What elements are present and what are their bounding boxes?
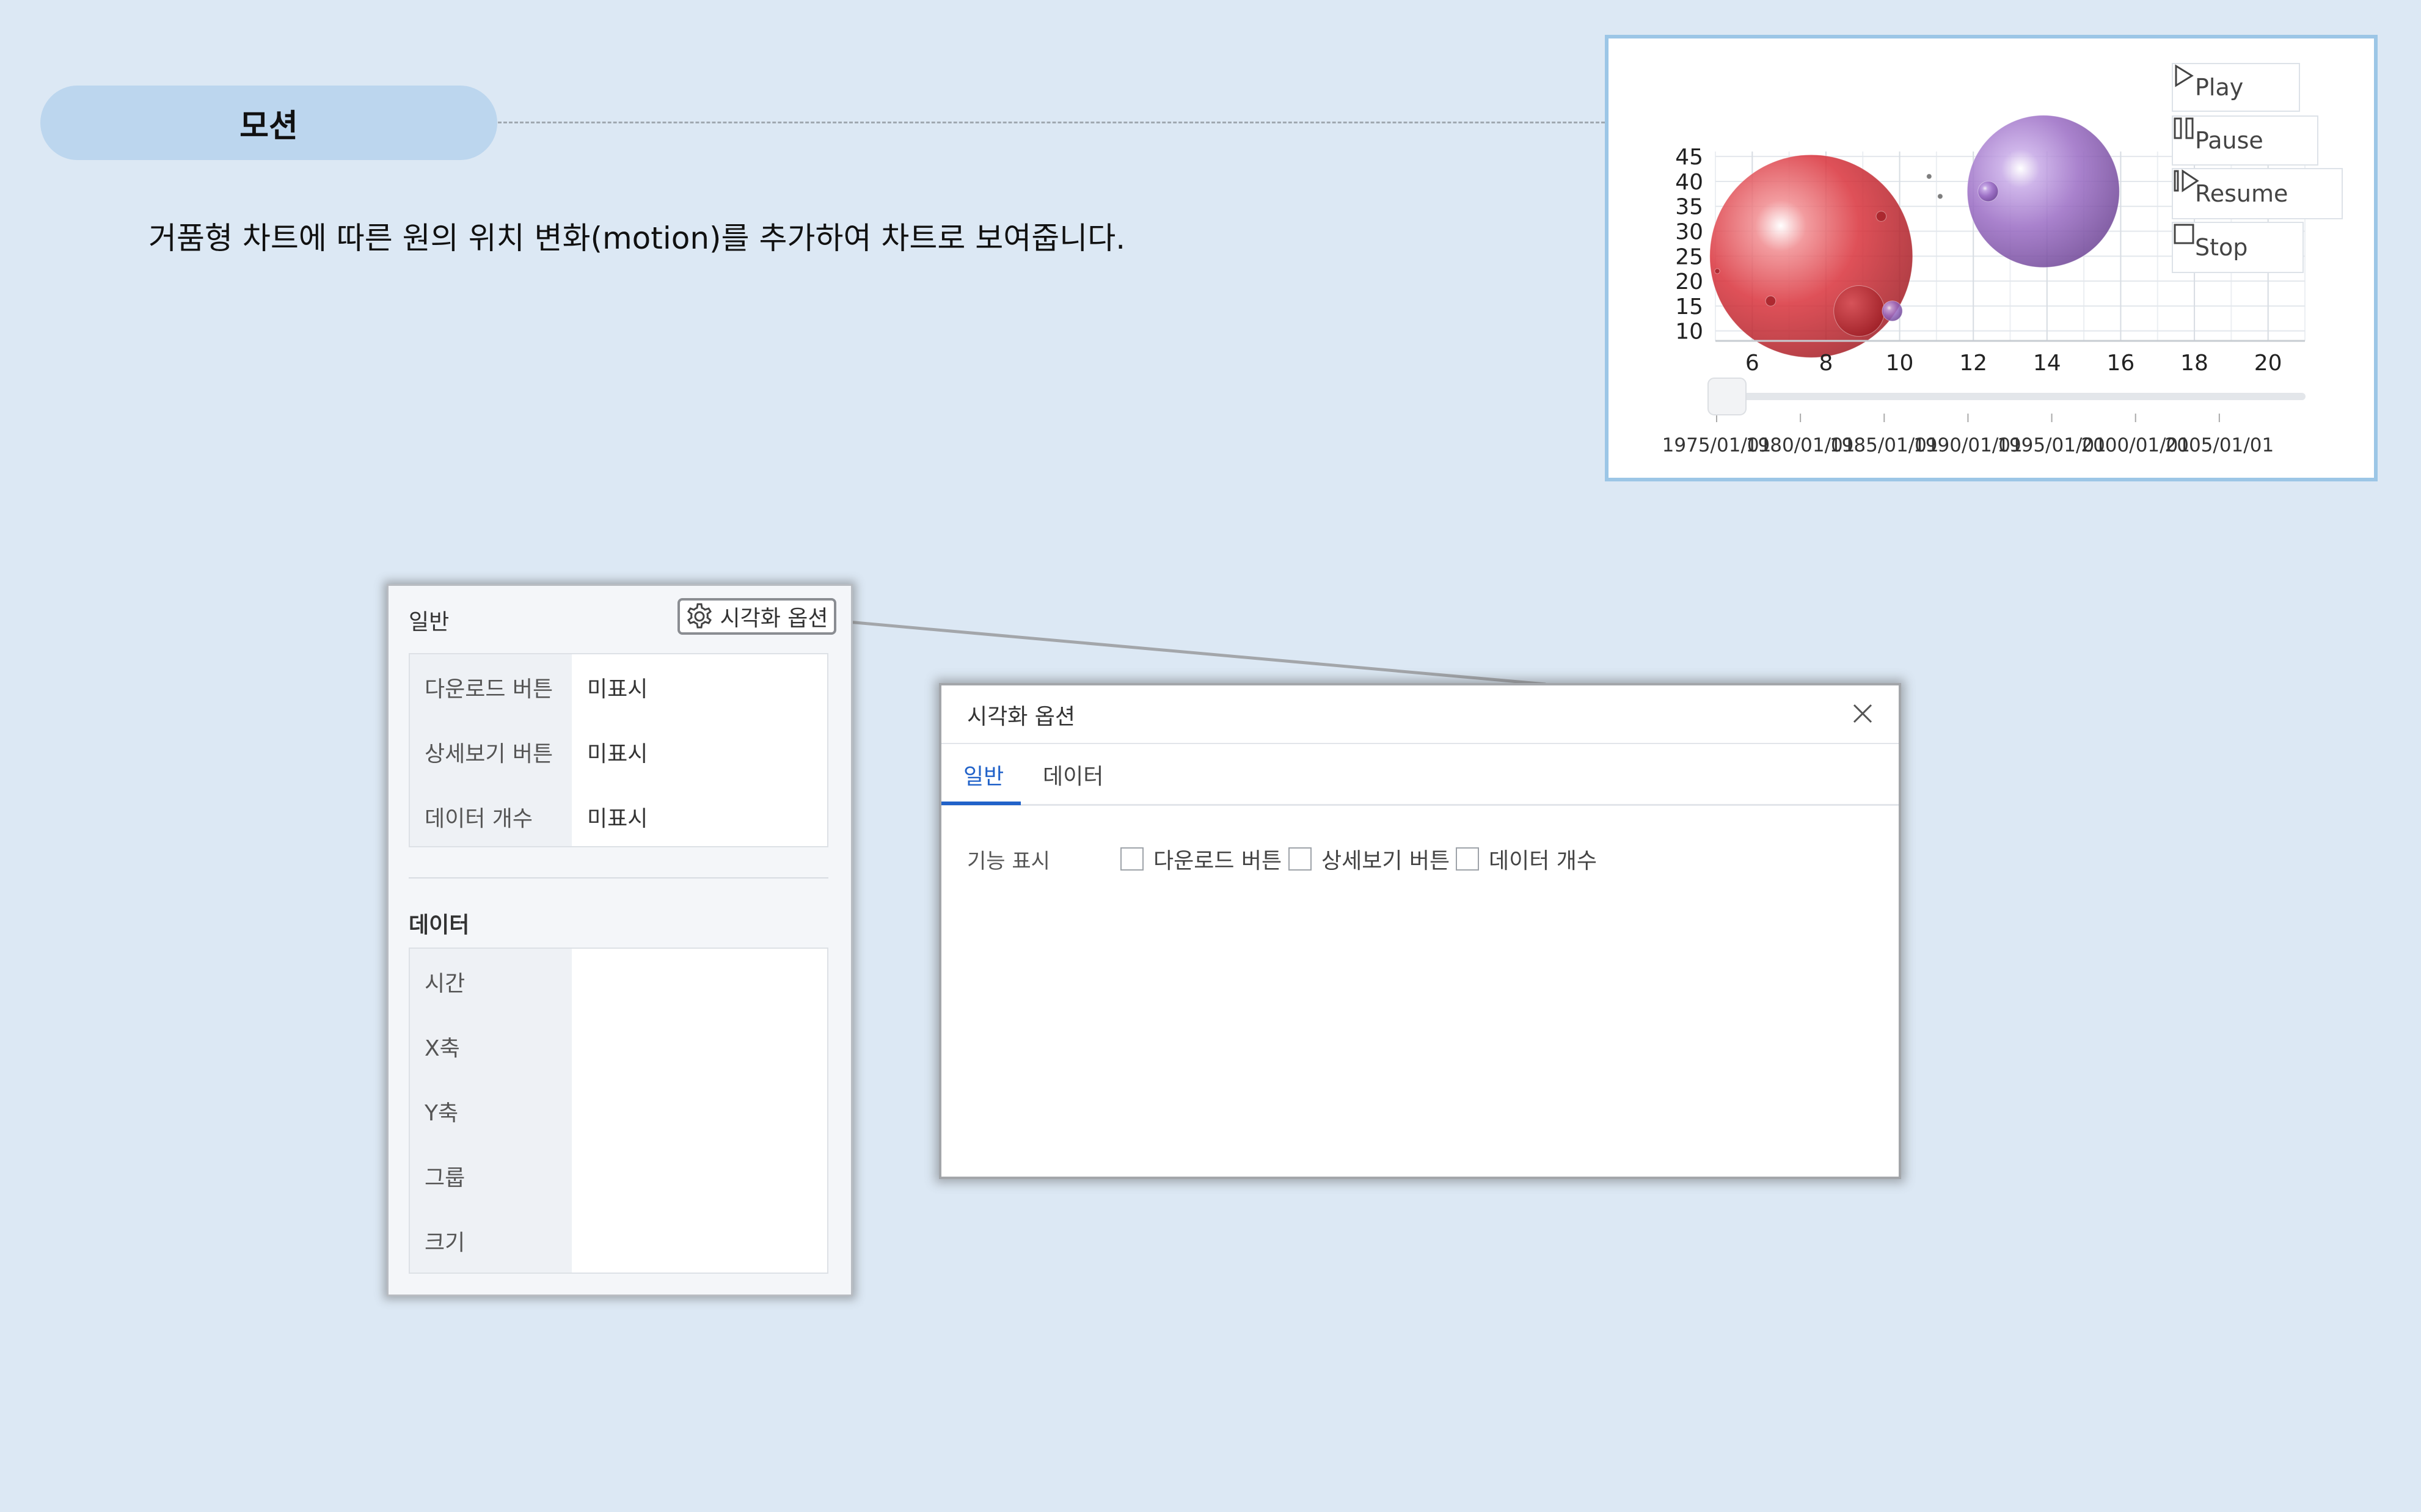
close-icon: [1853, 704, 1872, 723]
detail-button-checkbox[interactable]: [1288, 847, 1312, 871]
active-tab-indicator: [941, 802, 1021, 805]
property-row-download-button[interactable]: 다운로드 버튼 미표시: [410, 654, 827, 719]
stop-button-label: Stop: [2195, 234, 2248, 261]
x-tick-label: 8: [1819, 351, 1833, 376]
property-key: X축: [425, 1036, 460, 1061]
data-bubble: [1926, 173, 1932, 180]
x-tick-label: 6: [1745, 351, 1759, 376]
section-divider: [409, 877, 828, 878]
data-bubble: [1875, 211, 1887, 222]
tab-general[interactable]: 일반: [963, 759, 1004, 791]
data-section-heading: 데이터: [409, 913, 470, 938]
y-tick-label: 20: [1675, 269, 1703, 294]
property-row-group[interactable]: 그룹: [410, 1143, 827, 1208]
data-bubble: [1833, 285, 1885, 337]
data-bubble: [1709, 154, 1913, 358]
property-key: Y축: [425, 1101, 459, 1126]
stop-button[interactable]: Stop: [2172, 222, 2304, 273]
dialog-header-divider: [941, 743, 1899, 744]
x-tick-label: 18: [2180, 351, 2208, 376]
property-row-time[interactable]: 시간: [410, 949, 827, 1013]
property-key: 데이터 개수: [425, 806, 533, 831]
data-bubble: [1977, 181, 1999, 202]
play-button-label: Play: [2195, 74, 2244, 101]
y-tick-label: 35: [1675, 195, 1703, 220]
property-row-detail-button[interactable]: 상세보기 버튼 미표시: [410, 719, 827, 784]
resume-button[interactable]: Resume: [2172, 168, 2343, 219]
x-tick-label: 12: [1959, 351, 1987, 376]
pause-icon: [2174, 117, 2194, 139]
checkbox-label: 상세보기 버튼: [1321, 849, 1450, 874]
x-tick-label: 14: [2033, 351, 2061, 376]
detail-button-option[interactable]: 상세보기 버튼: [1288, 843, 1450, 875]
timeline-slider[interactable]: 1975/01/011980/01/011985/01/011990/01/01…: [1662, 378, 2306, 456]
dialog-title: 시각화 옵션: [967, 704, 1076, 729]
data-count-checkbox[interactable]: [1456, 847, 1479, 871]
y-tick-label: 25: [1675, 244, 1703, 269]
property-value: 미표시: [587, 677, 648, 702]
property-key: 크기: [425, 1230, 466, 1255]
page-title: 모션: [40, 86, 497, 160]
title-connector-line: [498, 122, 1605, 123]
property-value: 미표시: [587, 806, 648, 831]
y-tick-label: 15: [1675, 294, 1703, 320]
property-row-data-count[interactable]: 데이터 개수 미표시: [410, 784, 827, 849]
x-tick-label: 16: [2107, 351, 2135, 376]
viz-option-button[interactable]: 시각화 옵션: [677, 598, 836, 635]
chart-bubbles: [1709, 115, 2120, 358]
data-properties-table: 시간 X축 Y축 그룹 크기: [409, 948, 828, 1274]
timeline-label: 2005/01/01: [2165, 434, 2274, 456]
y-tick-label: 10: [1675, 320, 1703, 345]
timeline-handle: [1707, 378, 1747, 415]
data-count-option[interactable]: 데이터 개수: [1456, 843, 1597, 875]
page-description: 거품형 차트에 따른 원의 위치 변화(motion)를 추가하여 차트로 보여…: [148, 221, 1126, 256]
y-tick-label: 40: [1675, 170, 1703, 195]
viz-option-dialog: 시각화 옵션 일반 데이터 기능 표시 다운로드 버튼 상세보기 버튼 데이터 …: [939, 683, 1901, 1179]
resume-icon: [2174, 169, 2199, 192]
feature-display-label: 기능 표시: [967, 849, 1050, 874]
x-tick-label: 20: [2254, 351, 2282, 376]
close-button[interactable]: [1850, 701, 1875, 726]
general-section-heading: 일반: [409, 610, 450, 635]
tab-bar-line: [941, 804, 1899, 806]
tab-data[interactable]: 데이터: [1043, 759, 1103, 791]
property-key: 시간: [425, 971, 466, 996]
x-tick-label: 10: [1886, 351, 1914, 376]
property-key: 다운로드 버튼: [425, 677, 553, 702]
data-bubble: [1882, 300, 1903, 322]
property-row-size[interactable]: 크기: [410, 1208, 827, 1273]
pause-button[interactable]: Pause: [2172, 115, 2318, 166]
data-bubble: [1714, 268, 1720, 274]
data-bubble: [1937, 193, 1943, 200]
y-tick-label: 45: [1675, 145, 1703, 170]
property-row-y-axis[interactable]: Y축: [410, 1078, 827, 1143]
download-button-option[interactable]: 다운로드 버튼: [1120, 843, 1282, 875]
property-value: 미표시: [587, 742, 648, 767]
viz-option-button-label: 시각화 옵션: [720, 606, 828, 631]
property-row-x-axis[interactable]: X축: [410, 1013, 827, 1078]
property-key: 상세보기 버튼: [425, 742, 553, 767]
general-properties-table: 다운로드 버튼 미표시 상세보기 버튼 미표시 데이터 개수 미표시: [409, 653, 828, 847]
checkbox-label: 다운로드 버튼: [1153, 849, 1282, 874]
checkbox-label: 데이터 개수: [1489, 849, 1598, 874]
gear-icon: [687, 603, 712, 629]
bubble-chart-preview: 6 8 10 12 14 16 18 20 10 15 20 25 30 35 40 45 1975/01/0…: [1605, 35, 2378, 481]
pause-button-label: Pause: [2195, 127, 2263, 154]
stop-icon: [2174, 224, 2194, 244]
data-bubble: [1765, 295, 1776, 307]
download-button-checkbox[interactable]: [1120, 847, 1144, 871]
resume-button-label: Resume: [2195, 180, 2288, 207]
play-button[interactable]: Play: [2172, 63, 2300, 112]
settings-panel: 일반 시각화 옵션 다운로드 버튼 미표시 상세보기 버튼 미표시 데이터 개수…: [387, 584, 853, 1296]
play-icon: [2175, 64, 2194, 87]
property-key: 그룹: [425, 1166, 466, 1191]
y-tick-label: 30: [1675, 220, 1703, 245]
